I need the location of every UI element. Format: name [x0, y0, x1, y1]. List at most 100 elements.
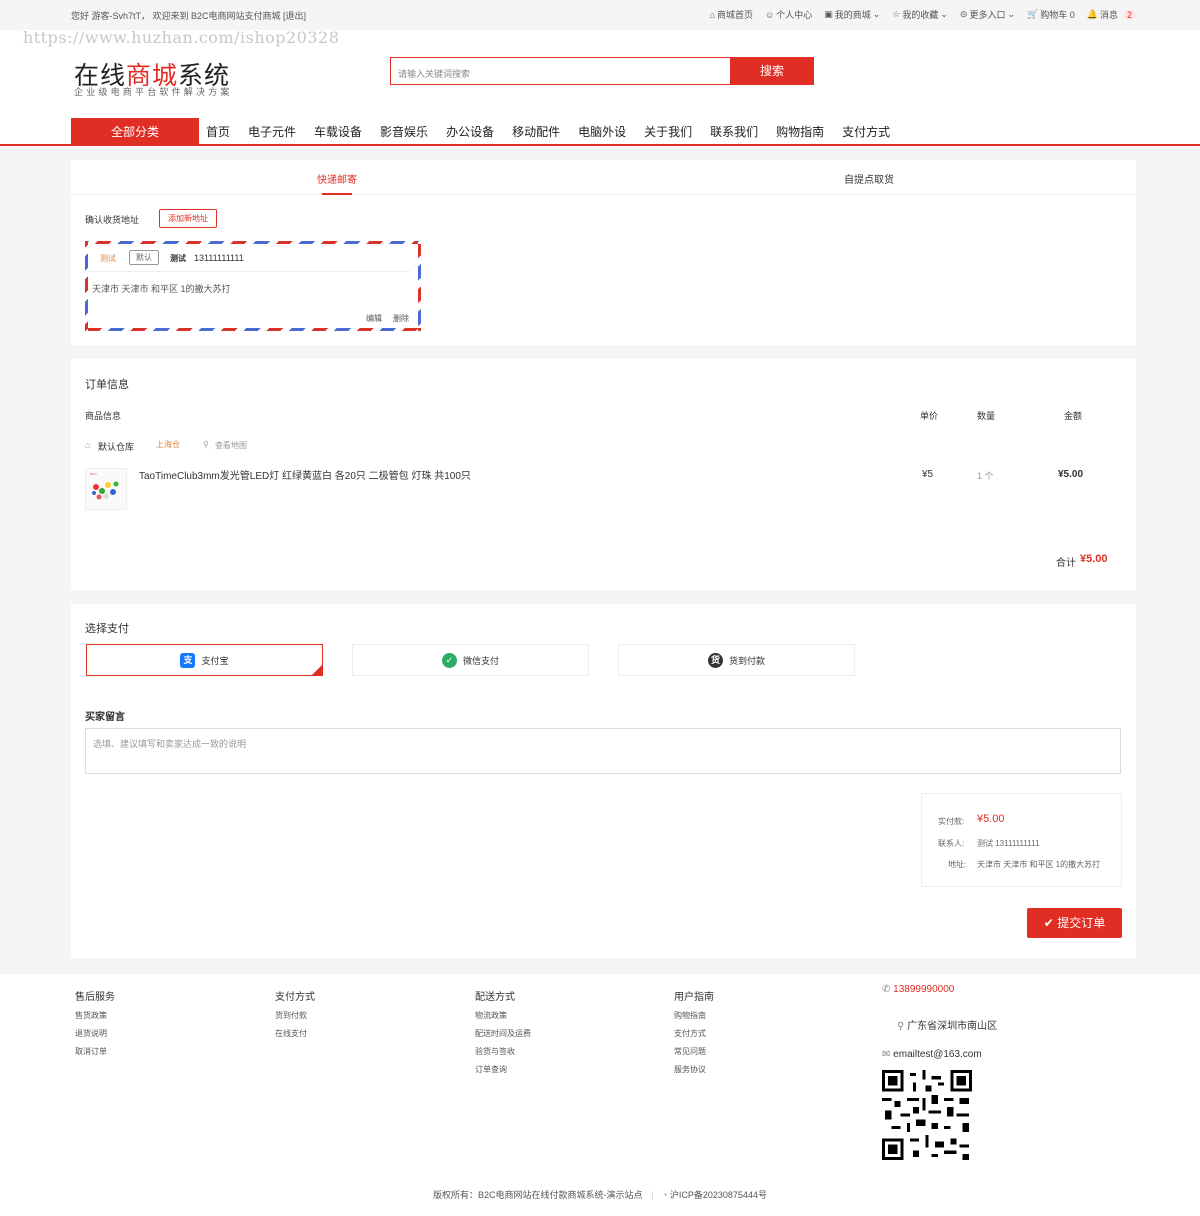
- top-nav-label: 购物车 0: [1040, 10, 1075, 20]
- tab-express[interactable]: 快递邮寄: [317, 171, 357, 186]
- footer-link[interactable]: 退货说明: [75, 1028, 115, 1039]
- main-nav-item[interactable]: 购物指南: [776, 123, 824, 140]
- product-name[interactable]: TaoTimeClub3mm发光管LED灯 红绿黄蓝白 各20只 二极管包 灯珠…: [139, 467, 471, 482]
- main-nav-item[interactable]: 影音娱乐: [380, 123, 428, 140]
- main-nav-item[interactable]: 车载设备: [314, 123, 362, 140]
- main-nav-item[interactable]: 电子元件: [248, 123, 296, 140]
- main-nav-item[interactable]: 办公设备: [446, 123, 494, 140]
- address-divider: [88, 271, 410, 272]
- mail-icon: ✉: [882, 1049, 894, 1060]
- shop-icon: ▣: [824, 9, 833, 19]
- footer-link[interactable]: 订单查询: [475, 1064, 531, 1075]
- pay-option-alipay[interactable]: 支 支付宝: [86, 644, 323, 676]
- header: 在线商城系统 企业级电商平台软件解决方案 请输入关键词搜索 搜索 全部分类 首页…: [0, 30, 1200, 146]
- user-icon: ☺: [764, 9, 775, 20]
- footer-location: ⚲ 广东省深圳市南山区: [897, 1017, 997, 1032]
- footer-link[interactable]: 常见问题: [674, 1046, 714, 1057]
- main-nav-item[interactable]: 联系我们: [710, 123, 758, 140]
- check-icon: ✔: [1043, 916, 1058, 930]
- phone-icon: ✆: [882, 984, 894, 995]
- message-count-badge: 2: [1122, 9, 1136, 20]
- footer-column-payment: 支付方式 货到付款 在线支付: [275, 988, 315, 1046]
- footer-column-aftersales: 售后服务 售货政策 退货说明 取消订单: [75, 988, 115, 1064]
- footer-link[interactable]: 购物指南: [674, 1010, 714, 1021]
- qr-code-image: [882, 1070, 972, 1160]
- footer: 售后服务 售货政策 退货说明 取消订单 支付方式 货到付款 在线支付 配送方式 …: [0, 974, 1200, 1216]
- address-name: 测试: [170, 254, 186, 263]
- tabs-divider: [71, 194, 1136, 195]
- search-input[interactable]: 请输入关键词搜索: [390, 57, 731, 85]
- star-icon: ☆: [892, 9, 901, 19]
- edit-address-link[interactable]: 编辑: [366, 313, 382, 324]
- main-nav-item[interactable]: 关于我们: [644, 123, 692, 140]
- warehouse-name: 默认仓库: [98, 442, 135, 452]
- footer-column-title: 售后服务: [75, 992, 115, 1003]
- address-card[interactable]: 测试 默认 测试 13111111111 天津市 天津市 和平区 1的撒大苏打 …: [85, 241, 421, 331]
- footer-link[interactable]: 支付方式: [674, 1028, 714, 1039]
- bell-icon: 🔔: [1086, 9, 1098, 19]
- footer-link[interactable]: 验货与签收: [475, 1046, 531, 1057]
- top-nav-cart[interactable]: 🛒 购物车 0: [1027, 8, 1075, 21]
- top-nav-user-center[interactable]: ☺ 个人中心: [765, 8, 812, 21]
- view-map-link[interactable]: 查看地图: [215, 440, 247, 451]
- product-price: ¥5: [922, 469, 934, 480]
- footer-link[interactable]: 服务协议: [674, 1064, 714, 1075]
- top-nav-favorites[interactable]: ☆ 我的收藏 ⌄: [892, 8, 948, 21]
- buyer-message-label: 买家留言: [85, 712, 125, 723]
- chevron-down-icon: ⌄: [872, 9, 881, 19]
- product-amount: ¥5.00: [1058, 469, 1084, 480]
- home-icon: ⌂: [709, 9, 715, 20]
- main-nav-item[interactable]: 电脑外设: [578, 123, 626, 140]
- top-nav-label: 个人中心: [776, 10, 813, 20]
- top-nav-label: 我的收藏: [902, 10, 939, 20]
- footer-link[interactable]: 配送时间及运费: [475, 1028, 531, 1039]
- main-nav-item[interactable]: 支付方式: [842, 123, 890, 140]
- footer-column-title: 用户指南: [674, 992, 714, 1003]
- footer-column-title: 配送方式: [475, 992, 515, 1003]
- default-badge: 默认: [129, 250, 159, 265]
- footer-column-guide: 用户指南 购物指南 支付方式 常见问题 服务协议: [674, 988, 714, 1082]
- icp-text[interactable]: 沪ICP备2023087544​4号: [670, 1190, 767, 1200]
- footer-link[interactable]: 物流政策: [475, 1010, 531, 1021]
- top-nav-label: 我的商城: [834, 10, 871, 20]
- delete-address-link[interactable]: 删除: [393, 313, 409, 324]
- payment-section-title: 选择支付: [85, 623, 129, 635]
- tab-active-indicator: [322, 193, 352, 195]
- address-detail: 天津市 天津市 和平区 1的撒大苏打: [92, 284, 231, 294]
- search-button[interactable]: 搜索: [730, 57, 814, 85]
- pay-option-wechat[interactable]: ✓ 微信支付: [352, 644, 589, 676]
- footer-link[interactable]: 在线支付: [275, 1028, 315, 1039]
- add-address-button[interactable]: 添加新地址: [159, 209, 217, 228]
- col-header-price: 单价: [920, 411, 939, 421]
- order-section-title: 订单信息: [85, 379, 129, 391]
- contact-label: 联系人:: [938, 839, 965, 848]
- address-card-body: 测试 默认 测试 13111111111 天津市 天津市 和平区 1的撒大苏打 …: [88, 244, 418, 328]
- tab-pickup[interactable]: 自提点取货: [844, 171, 894, 186]
- pay-option-cod[interactable]: 货 货到付款: [618, 644, 855, 676]
- order-summary-box: 实付款: ¥5.00 联系人: 测试 13111111111 地址: 天津市 天…: [921, 793, 1122, 887]
- top-nav-home[interactable]: ⌂ 商城首页: [710, 8, 753, 21]
- all-categories-button[interactable]: 全部分类: [71, 118, 199, 146]
- cart-icon: 🛒: [1027, 9, 1039, 19]
- chevron-down-icon: ⌄: [940, 9, 948, 19]
- buyer-message-textarea[interactable]: 选填、建议填写和卖家达成一致的说明: [85, 728, 1121, 774]
- top-nav-my-shop[interactable]: ▣ 我的商城 ⌄: [824, 8, 880, 21]
- submit-order-button[interactable]: ✔ 提交订单: [1027, 908, 1122, 938]
- total-label: 合计: [1056, 558, 1076, 569]
- footer-link[interactable]: 取消订单: [75, 1046, 115, 1057]
- pay-option-label: 微信支付: [462, 655, 499, 666]
- payment-panel: 选择支付 支 支付宝 ✓ 微信支付 货 货到付款 买家留言 选填、建议填写和卖家…: [71, 604, 1136, 958]
- warehouse-tag: 上海仓: [156, 440, 180, 449]
- main-nav-item[interactable]: 移动配件: [512, 123, 560, 140]
- top-nav-messages[interactable]: 🔔 消息 2: [1087, 8, 1136, 21]
- footer-link[interactable]: 货到付款: [275, 1010, 315, 1021]
- footer-link[interactable]: 售货政策: [75, 1010, 115, 1021]
- address-value: 天津市 天津市 和平区 1的撒大苏打: [977, 860, 1101, 869]
- submit-order-label: 提交订单: [1057, 916, 1106, 930]
- main-nav-item[interactable]: 首页: [206, 123, 230, 140]
- top-nav-more[interactable]: ⊝ 更多入口 ⌄: [960, 8, 1015, 21]
- footer-column-delivery: 配送方式 物流政策 配送时间及运费 验货与签收 订单查询: [475, 988, 531, 1082]
- wechat-icon: ✓: [441, 652, 457, 668]
- product-thumbnail[interactable]: 3mm: [85, 468, 127, 510]
- icp-badge-icon: ◔: [661, 1190, 668, 1200]
